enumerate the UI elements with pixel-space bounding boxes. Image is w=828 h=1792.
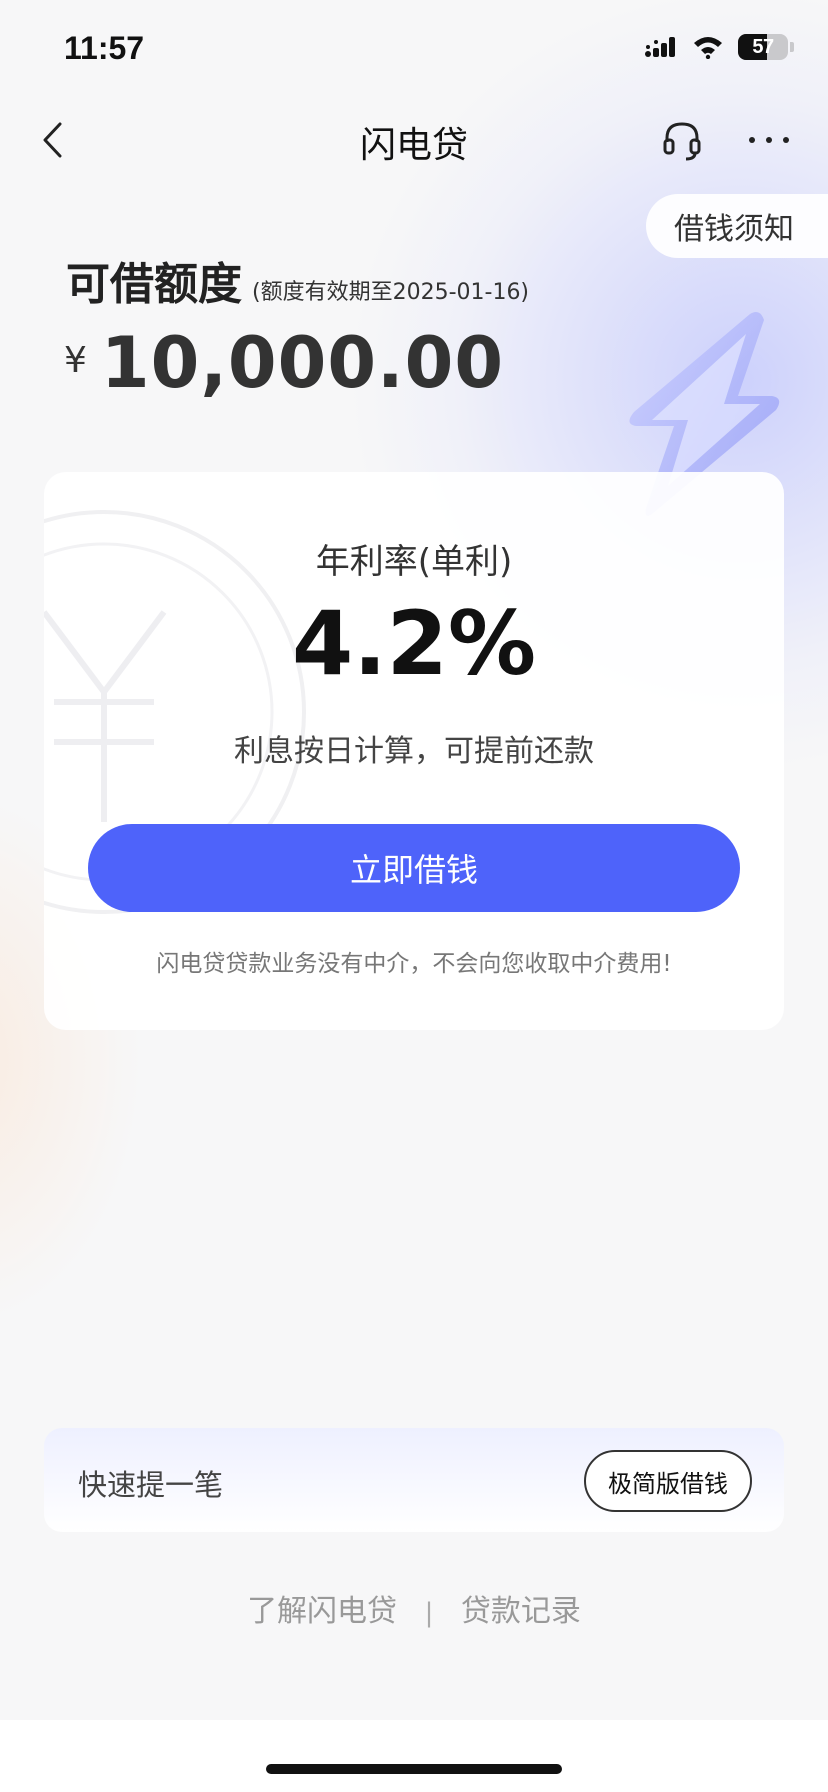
headset-icon: [663, 122, 701, 161]
loan-records-link[interactable]: 贷款记录: [461, 1586, 581, 1630]
quota-amount: 10,000.00: [100, 322, 505, 404]
annual-rate-value: 4.2%: [291, 592, 537, 695]
status-icons: 57: [644, 34, 794, 60]
status-time: 11:57: [64, 30, 145, 66]
rate-description: 利息按日计算，可提前还款: [234, 734, 594, 769]
quota-title: 可借额度: [66, 259, 242, 310]
quick-withdraw-panel: 快速提一笔 极简版借钱: [44, 1428, 784, 1532]
customer-service-button[interactable]: [660, 118, 704, 162]
about-link[interactable]: 了解闪电贷: [247, 1586, 397, 1630]
borrowing-notice-button[interactable]: 借钱须知: [646, 194, 828, 258]
battery-tip: [790, 42, 794, 52]
quick-withdraw-label: 快速提一笔: [78, 1468, 224, 1502]
no-agent-warning: 闪电贷贷款业务没有中介，不会向您收取中介费用!: [156, 951, 672, 977]
page: 11:57 57 闪电贷 借钱须知 可借额度 (额度有效期至2025-01-16…: [0, 0, 828, 1792]
rate-card: 年利率(单利) 4.2% 利息按日计算，可提前还款 立即借钱 闪电贷贷款业务没有…: [44, 472, 784, 1030]
quota-amount-row: ¥ 10,000.00: [64, 322, 504, 404]
bottom-safe-area: [0, 1720, 828, 1792]
footer-separator: |: [424, 1598, 434, 1628]
footer-links: 了解闪电贷 | 贷款记录: [0, 1586, 828, 1630]
more-button[interactable]: [744, 118, 794, 162]
more-dots-icon: [749, 137, 789, 143]
nav-bar: 闪电贷: [0, 100, 828, 180]
annual-rate-label: 年利率(单利): [315, 542, 513, 582]
currency-symbol: ¥: [64, 340, 87, 381]
wifi-icon: [694, 37, 722, 59]
quota-expiry: (额度有效期至2025-01-16): [252, 280, 530, 305]
quota-header: 可借额度 (额度有效期至2025-01-16): [66, 248, 529, 312]
status-bar: 11:57 57: [0, 0, 828, 96]
simple-borrow-button[interactable]: 极简版借钱: [584, 1450, 752, 1512]
home-indicator[interactable]: [266, 1764, 562, 1774]
cellular-signal-icon: [645, 37, 675, 57]
battery-icon: 57: [738, 34, 788, 60]
borrow-now-button[interactable]: 立即借钱: [88, 824, 740, 912]
battery-level: 57: [752, 35, 774, 58]
